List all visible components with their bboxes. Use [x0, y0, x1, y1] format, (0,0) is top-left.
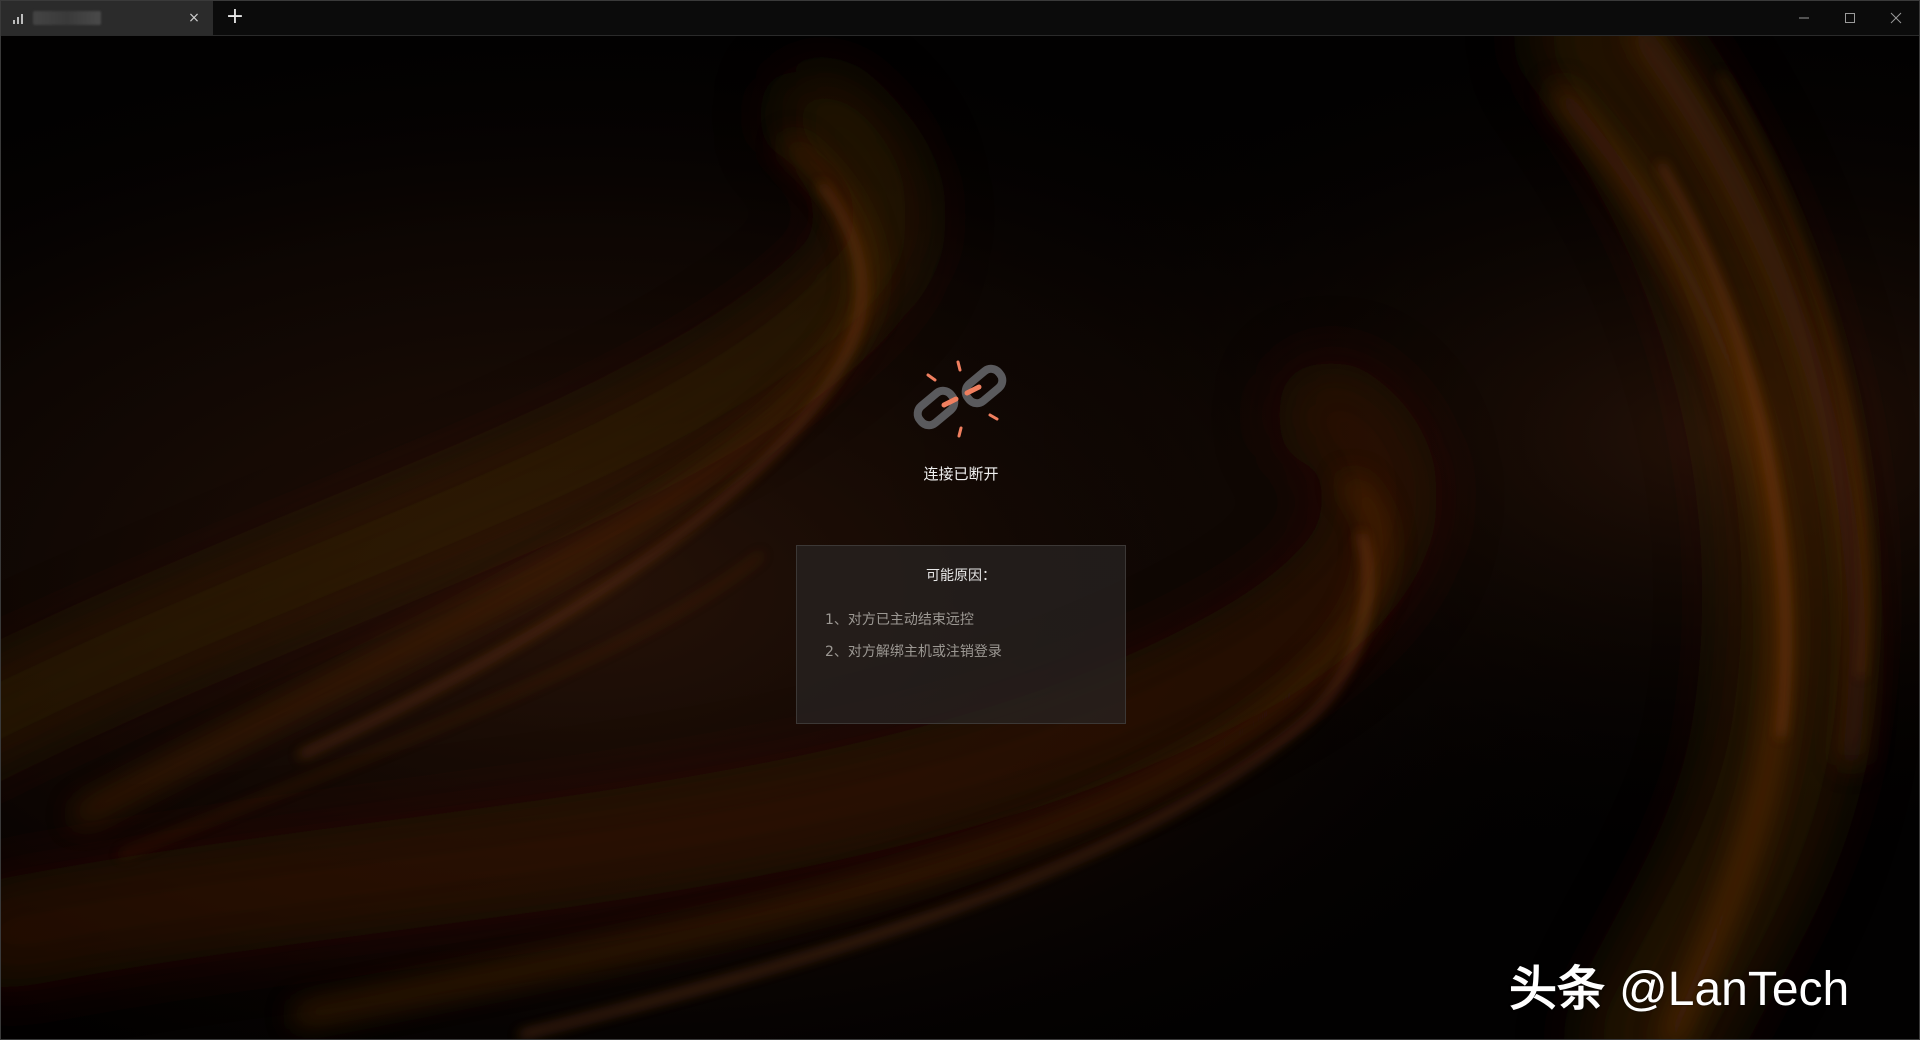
maximize-icon [1845, 13, 1855, 23]
tab-close-icon[interactable]: × [185, 9, 203, 27]
close-icon [1890, 12, 1902, 24]
tab-active[interactable]: × [1, 1, 213, 35]
main-content: 连接已断开 可能原因： 1、对方已主动结束远控 2、对方解绑主机或注销登录 头条… [1, 1, 1919, 1039]
watermark-handle: @LanTech [1619, 963, 1850, 1016]
connection-status: 连接已断开 [923, 465, 999, 483]
maximize-button[interactable] [1827, 1, 1873, 35]
watermark-brand: 头条 [1509, 961, 1606, 1017]
reason-item: 1、对方已主动结束远控 [825, 612, 974, 628]
reason-item: 2、对方解绑主机或注销登录 [825, 644, 1002, 660]
watermark: 头条 @LanTech [1509, 949, 1849, 1019]
reasons-panel: 可能原因： 1、对方已主动结束远控 2、对方解绑主机或注销登录 [796, 545, 1126, 724]
broken-link-icon [913, 360, 1007, 438]
signal-icon [13, 12, 27, 24]
reasons-title: 可能原因： [926, 568, 996, 584]
title-bar: × + [1, 1, 1919, 36]
close-window-button[interactable] [1873, 1, 1919, 35]
new-tab-button[interactable]: + [223, 6, 247, 30]
tab-title [33, 11, 101, 25]
window-controls [1781, 1, 1919, 35]
app-window: × + 连接已断开 可能原因： 1、对方已主动结束远控 2、对方解绑主机或注销登… [0, 0, 1920, 1040]
minimize-button[interactable] [1781, 1, 1827, 35]
minimize-icon [1799, 17, 1809, 19]
